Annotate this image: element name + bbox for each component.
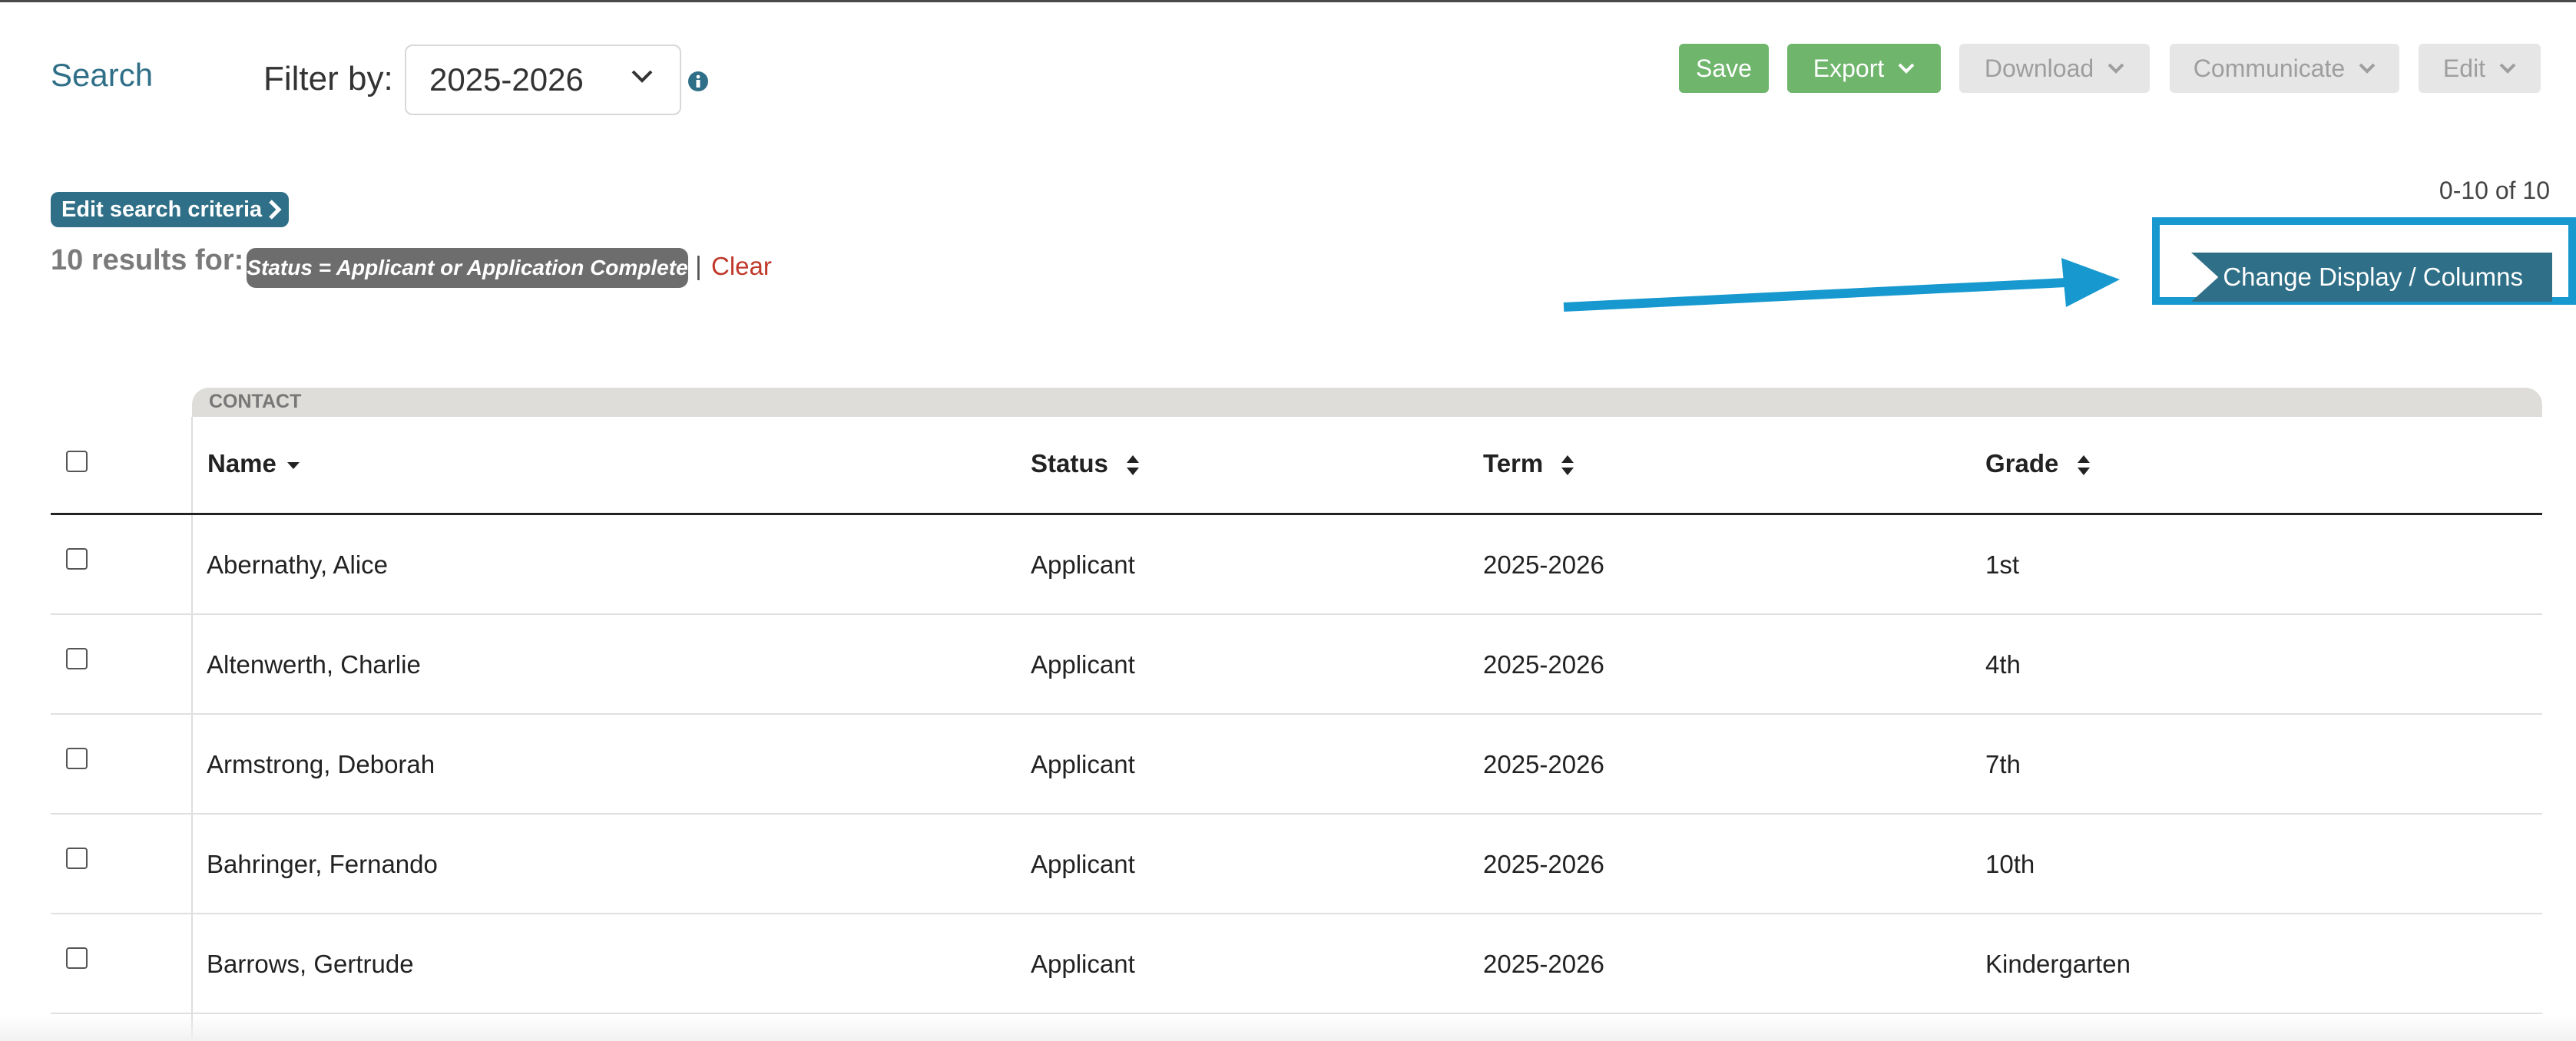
column-header-status-label: Status: [1031, 449, 1108, 478]
chevron-down-icon: [2499, 63, 2516, 74]
save-button-label: Save: [1696, 54, 1752, 82]
cell-grade: 4th: [1985, 650, 2021, 679]
top-border: [0, 0, 2576, 2]
chevron-down-icon: [2107, 63, 2124, 74]
results-count: 10 results for:: [51, 244, 244, 276]
export-button[interactable]: Export: [1787, 44, 1941, 93]
column-header-name-label: Name: [207, 449, 276, 478]
edit-search-criteria-button[interactable]: Edit search criteria: [51, 192, 289, 227]
column-header-term[interactable]: Term: [1483, 449, 1574, 478]
cell-status: Applicant: [1031, 650, 1135, 679]
edit-button[interactable]: Edit: [2419, 44, 2541, 93]
sort-desc-icon: [287, 462, 300, 470]
cell-term: 2025-2026: [1483, 650, 1604, 679]
edit-search-criteria-label: Edit search criteria: [61, 197, 263, 222]
sort-icon: [1561, 455, 1574, 476]
download-button-label: Download: [1984, 54, 2094, 82]
criteria-chip-text: Status = Applicant or Application Comple…: [247, 256, 688, 279]
column-group-header: CONTACT: [192, 388, 2542, 417]
sort-icon: [2077, 455, 2090, 476]
save-button[interactable]: Save: [1679, 44, 1769, 93]
table-row[interactable]: Altenwerth, Charlie Applicant 2025-2026 …: [51, 615, 2542, 715]
communicate-button[interactable]: Communicate: [2170, 44, 2399, 93]
cell-grade: 7th: [1985, 750, 2021, 778]
cell-grade: 1st: [1985, 550, 2020, 579]
column-header-name[interactable]: Name: [207, 449, 300, 478]
page-title: Search: [51, 57, 154, 93]
row-checkbox[interactable]: [66, 648, 88, 669]
criteria-chip: Status = Applicant or Application Comple…: [247, 248, 688, 288]
cell-name[interactable]: Barrows, Gertrude: [207, 950, 414, 979]
cell-term: 2025-2026: [1483, 750, 1604, 778]
bottom-shadow: [0, 1015, 2576, 1041]
cell-name[interactable]: Bahringer, Fernando: [207, 850, 438, 879]
column-header-status[interactable]: Status: [1031, 449, 1140, 478]
change-display-columns-label: Change Display / Columns: [2223, 263, 2523, 291]
chevron-down-icon: [631, 70, 653, 83]
change-display-columns-button[interactable]: Change Display / Columns: [2191, 253, 2552, 302]
column-header-grade-label: Grade: [1985, 449, 2059, 478]
chevron-down-icon: [2359, 63, 2376, 74]
table-row[interactable]: Abernathy, Alice Applicant 2025-2026 1st: [51, 515, 2542, 615]
cell-name[interactable]: Armstrong, Deborah: [207, 750, 435, 779]
communicate-button-label: Communicate: [2193, 54, 2346, 82]
cell-term: 2025-2026: [1483, 950, 1604, 978]
separator: |: [695, 252, 702, 281]
edit-button-label: Edit: [2442, 54, 2486, 82]
column-header-grade[interactable]: Grade: [1985, 449, 2091, 478]
cell-grade: Kindergarten: [1985, 950, 2131, 978]
row-checkbox[interactable]: [66, 848, 88, 869]
row-checkbox[interactable]: [66, 947, 88, 969]
annotation-arrow-icon: [1563, 258, 2120, 312]
chevron-down-icon: [1898, 63, 1915, 74]
select-all-checkbox[interactable]: [66, 451, 88, 472]
table-row[interactable]: Barrows, Gertrude Applicant 2025-2026 Ki…: [51, 914, 2542, 1014]
cell-status: Applicant: [1031, 750, 1135, 778]
clear-criteria-link[interactable]: Clear: [711, 252, 772, 281]
cell-name[interactable]: Altenwerth, Charlie: [207, 650, 421, 679]
column-header-term-label: Term: [1483, 449, 1544, 478]
filter-label: Filter by:: [263, 60, 393, 97]
download-button[interactable]: Download: [1959, 44, 2150, 93]
cell-term: 2025-2026: [1483, 850, 1604, 878]
pagination-count: 0-10 of 10: [2439, 177, 2550, 204]
column-group-label: CONTACT: [209, 391, 302, 412]
table-header-row: Name Status Term Grade: [51, 417, 2542, 515]
cell-status: Applicant: [1031, 850, 1135, 878]
cell-name[interactable]: Abernathy, Alice: [207, 550, 388, 580]
cell-status: Applicant: [1031, 950, 1135, 978]
table-row[interactable]: Bahringer, Fernando Applicant 2025-2026 …: [51, 815, 2542, 914]
sort-icon: [1127, 455, 1140, 476]
cell-status: Applicant: [1031, 550, 1135, 579]
term-filter-select[interactable]: 2025-2026: [405, 45, 681, 115]
row-checkbox[interactable]: [66, 548, 88, 570]
chevron-right-icon: [269, 200, 282, 220]
export-button-label: Export: [1813, 54, 1885, 82]
cell-term: 2025-2026: [1483, 550, 1604, 579]
table-row[interactable]: Armstrong, Deborah Applicant 2025-2026 7…: [51, 715, 2542, 815]
info-icon[interactable]: [687, 71, 709, 92]
cell-grade: 10th: [1985, 850, 2035, 878]
term-filter-value: 2025-2026: [429, 61, 584, 97]
row-checkbox[interactable]: [66, 748, 88, 769]
